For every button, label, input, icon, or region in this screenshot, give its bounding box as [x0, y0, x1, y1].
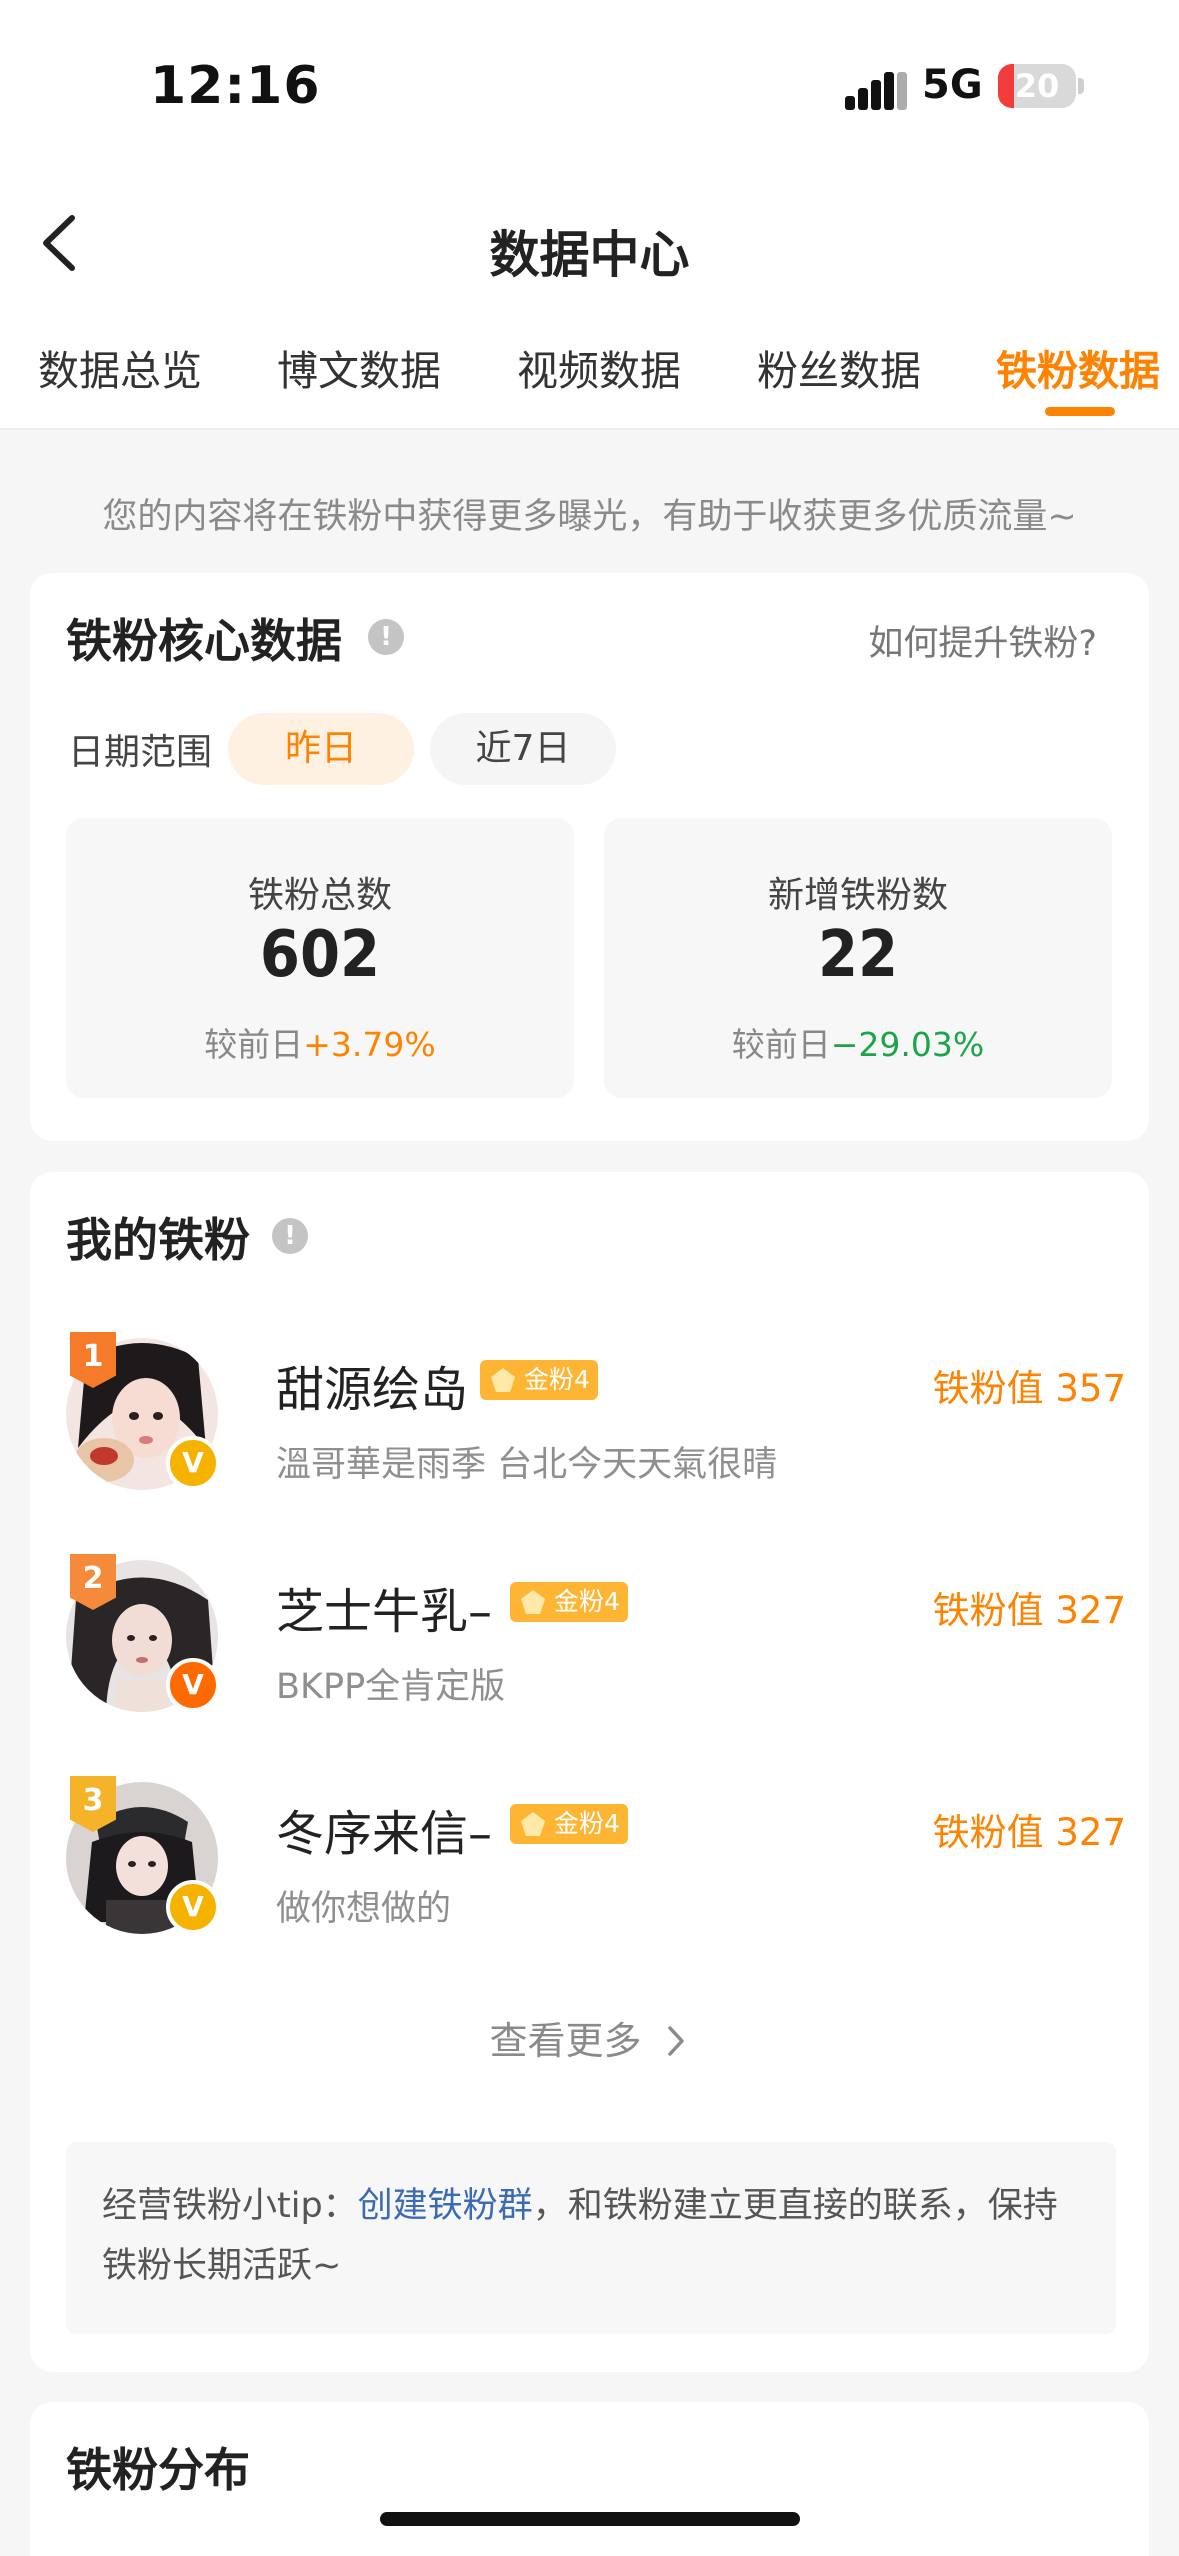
- fan-value: 铁粉值 327: [932, 1589, 1126, 1632]
- change-down: −29.03%: [830, 1025, 985, 1064]
- battery-icon: 20: [998, 64, 1076, 108]
- stat-total-fans: 铁粉总数 602 较前日+3.79%: [66, 818, 574, 1098]
- verified-icon: V: [166, 1880, 220, 1934]
- stat-new-fans: 新增铁粉数 22 较前日−29.03%: [604, 818, 1112, 1098]
- crown-icon: [491, 1368, 515, 1392]
- info-icon[interactable]: !: [368, 619, 404, 655]
- fan-description: 溫哥華是雨季 台北今天天氣很晴: [276, 1445, 778, 1485]
- page-title: 数据中心: [489, 226, 690, 284]
- stat-value: 22: [817, 918, 899, 992]
- tab-divider: [0, 428, 1179, 430]
- core-data-title: 铁粉核心数据: [66, 614, 342, 668]
- badge-label: 金粉4: [554, 1809, 620, 1838]
- crown-icon: [521, 1590, 545, 1614]
- list-item[interactable]: 3 V 冬序来信– 金粉4 铁粉值 327 做你想做的: [66, 1776, 1126, 1942]
- stat-compare: 较前日−29.03%: [604, 1018, 1112, 1066]
- tip-box: 经营铁粉小tip：创建铁粉群，和铁粉建立更直接的联系，保持铁粉长期活跃~: [66, 2142, 1116, 2334]
- date-yesterday-button[interactable]: 昨日: [228, 713, 414, 785]
- tab-fans[interactable]: 粉丝数据: [757, 337, 921, 397]
- battery-tip: [1078, 78, 1084, 94]
- view-more-button[interactable]: 查看更多: [30, 2010, 1149, 2065]
- list-item[interactable]: 1 V 甜源绘岛 金粉4 铁粉值 357 溫哥華是雨季 台北今天天氣很晴: [66, 1332, 1126, 1498]
- tab-overview[interactable]: 数据总览: [38, 337, 202, 397]
- gold-fan-badge: 金粉4: [510, 1582, 628, 1622]
- date-7days-button[interactable]: 近7日: [430, 713, 616, 785]
- change-up: +3.79%: [303, 1025, 436, 1064]
- chevron-right-icon: [667, 2026, 684, 2056]
- avatar: 3 V: [66, 1776, 220, 1934]
- avatar: 1 V: [66, 1332, 220, 1490]
- network-type: 5G: [922, 62, 983, 108]
- how-to-improve-link[interactable]: 如何提升铁粉?: [868, 615, 1097, 666]
- crown-icon: [521, 1812, 545, 1836]
- stat-value: 602: [259, 918, 381, 992]
- badge-label: 金粉4: [554, 1587, 620, 1616]
- tab-bar: 数据总览 博文数据 视频数据 粉丝数据 铁粉数据: [0, 325, 1179, 429]
- fan-name: 芝士牛乳–: [276, 1584, 493, 1640]
- avatar: 2 V: [66, 1554, 220, 1712]
- status-time: 12:16: [150, 56, 321, 116]
- battery-level: 20: [1014, 67, 1060, 105]
- compare-label: 较前日: [731, 1025, 831, 1064]
- status-bar: 12:16 5G 20: [0, 0, 1179, 170]
- fan-value: 铁粉值 357: [932, 1367, 1126, 1410]
- stat-label: 铁粉总数: [247, 875, 392, 916]
- fan-name: 甜源绘岛: [276, 1362, 469, 1418]
- distribution-title: 铁粉分布: [66, 2443, 250, 2497]
- verified-icon: V: [166, 1436, 220, 1490]
- stat-compare: 较前日+3.79%: [66, 1018, 574, 1066]
- date-range-label: 日期范围: [68, 732, 213, 773]
- info-icon[interactable]: !: [272, 1218, 308, 1254]
- signal-icon: [845, 70, 907, 110]
- tab-iron-fans[interactable]: 铁粉数据: [996, 337, 1160, 397]
- verified-icon: V: [166, 1658, 220, 1712]
- exposure-hint: 您的内容将在铁粉中获得更多曝光，有助于收获更多优质流量~: [102, 497, 1077, 537]
- stat-label: 新增铁粉数: [767, 875, 948, 916]
- home-indicator: [380, 2512, 800, 2526]
- nav-bar: 数据中心: [0, 190, 1179, 300]
- header-area: 12:16 5G 20 数据中心 数据总览 博文数据 视频数据 粉丝数据 铁粉数…: [0, 0, 1179, 430]
- tab-posts[interactable]: 博文数据: [277, 337, 441, 397]
- distribution-card: 铁粉分布: [30, 2402, 1149, 2556]
- my-fans-title: 我的铁粉: [66, 1213, 250, 1267]
- active-tab-indicator: [1045, 407, 1115, 416]
- badge-label: 金粉4: [524, 1365, 590, 1394]
- my-fans-card: 我的铁粉 ! 1 V 甜源绘岛 金粉4 铁粉值 357 溫哥華是雨季 台北今天天…: [30, 1172, 1149, 2372]
- compare-label: 较前日: [204, 1025, 304, 1064]
- gold-fan-badge: 金粉4: [510, 1804, 628, 1844]
- tab-videos[interactable]: 视频数据: [517, 337, 681, 397]
- fan-description: 做你想做的: [276, 1889, 452, 1929]
- fan-description: BKPP全肯定版: [276, 1667, 506, 1707]
- create-group-link[interactable]: 创建铁粉群: [358, 2186, 533, 2226]
- fan-value: 铁粉值 327: [932, 1811, 1126, 1854]
- tip-prefix: 经营铁粉小tip：: [102, 2186, 358, 2226]
- gold-fan-badge: 金粉4: [480, 1360, 598, 1400]
- view-more-label: 查看更多: [489, 2019, 642, 2063]
- core-data-card: 铁粉核心数据 ! 如何提升铁粉? 日期范围 昨日 近7日 铁粉总数 602 较前…: [30, 573, 1149, 1141]
- fan-name: 冬序来信–: [276, 1806, 493, 1862]
- list-item[interactable]: 2 V 芝士牛乳– 金粉4 铁粉值 327 BKPP全肯定版: [66, 1554, 1126, 1720]
